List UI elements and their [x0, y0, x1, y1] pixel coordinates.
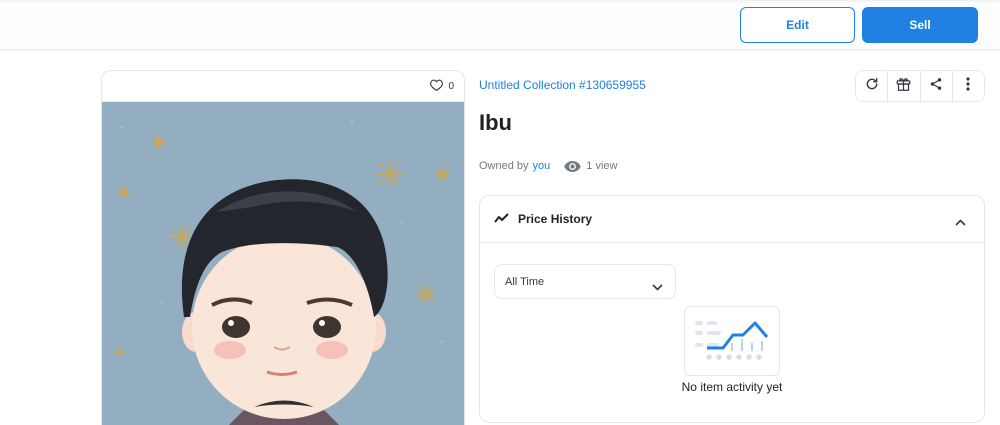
item-title: Ibu — [479, 110, 512, 135]
trend-line-icon — [494, 211, 510, 229]
favorite-count: 0 — [448, 81, 454, 92]
chevron-up-icon[interactable] — [955, 213, 966, 231]
sell-button[interactable]: Sell — [862, 7, 978, 43]
owner-link[interactable]: you — [533, 160, 551, 172]
favorite-button[interactable]: 0 — [430, 79, 454, 94]
time-range-select[interactable]: All Time — [494, 264, 676, 299]
collection-link[interactable]: Untitled Collection #130659955 — [479, 78, 646, 92]
refresh-icon — [865, 77, 879, 96]
eye-icon — [564, 160, 582, 172]
item-image[interactable] — [102, 102, 464, 425]
empty-chart-illustration — [684, 306, 780, 376]
empty-state-text: No item activity yet — [681, 380, 783, 394]
price-history-panel: Price History All Time No item activity … — [479, 195, 985, 423]
heart-icon — [430, 79, 444, 94]
owner-info: Owned by you 1 view — [479, 160, 617, 172]
edit-button[interactable]: Edit — [740, 7, 855, 43]
item-media-card: 0 — [101, 70, 465, 425]
more-options-button[interactable] — [953, 71, 984, 101]
media-card-header: 0 — [102, 71, 464, 102]
transfer-button[interactable] — [888, 71, 921, 101]
chevron-down-icon — [652, 278, 663, 296]
price-history-header[interactable]: Price History — [480, 196, 984, 243]
item-actions — [855, 70, 985, 102]
share-button[interactable] — [921, 71, 953, 101]
top-bar: Edit Sell — [0, 0, 1000, 50]
time-range-value: All Time — [505, 276, 545, 288]
share-icon — [929, 77, 943, 96]
owned-by-label: Owned by — [479, 160, 529, 172]
refresh-button[interactable] — [856, 71, 889, 101]
more-icon — [966, 76, 970, 96]
view-count: 1 view — [586, 160, 618, 172]
gift-icon — [896, 77, 911, 96]
price-history-title: Price History — [518, 212, 593, 226]
